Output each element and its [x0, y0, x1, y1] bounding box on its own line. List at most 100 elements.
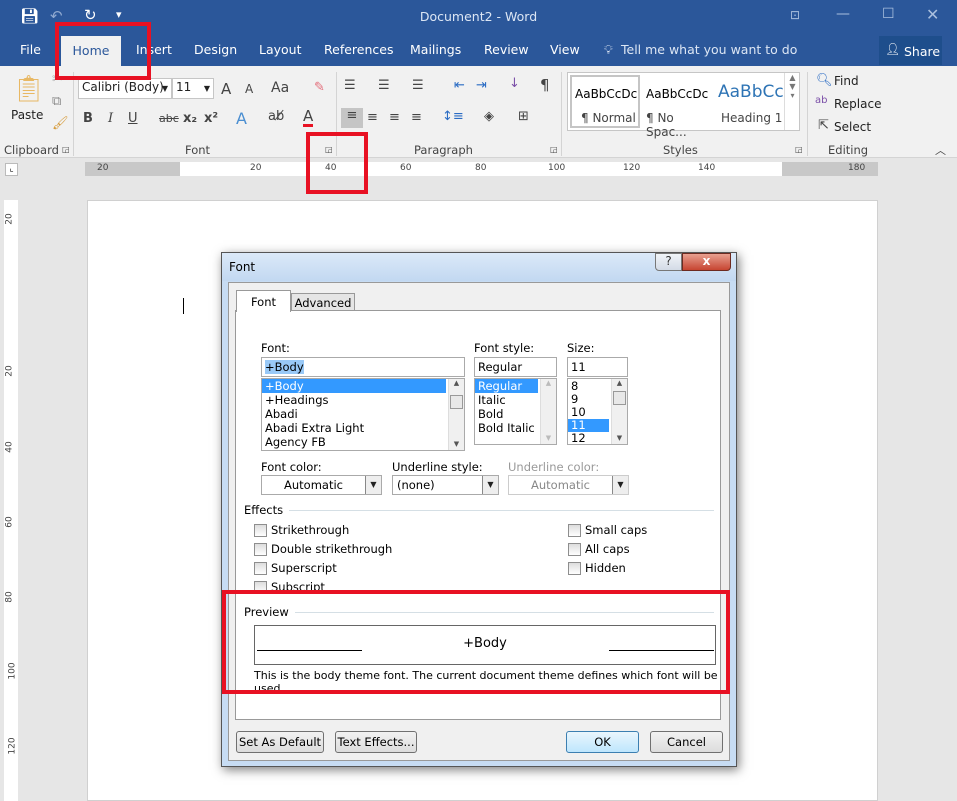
- cancel-button[interactable]: Cancel: [650, 731, 723, 753]
- style-heading-1[interactable]: AaBbCc Heading 1: [714, 75, 784, 128]
- highlight-icon[interactable]: ab̸: [268, 109, 284, 124]
- select-button[interactable]: Select: [834, 120, 871, 134]
- shrink-font-button[interactable]: A: [245, 82, 253, 96]
- close-icon[interactable]: ✕: [926, 5, 939, 24]
- justify-icon[interactable]: ≡: [411, 110, 422, 125]
- scrollbar[interactable]: ▲ ▼: [611, 379, 627, 444]
- tab-mailings[interactable]: Mailings: [410, 42, 461, 57]
- show-marks-button[interactable]: ¶: [540, 76, 550, 94]
- font-color-button[interactable]: A: [303, 109, 314, 127]
- superscript-checkbox[interactable]: [254, 562, 267, 575]
- tab-view[interactable]: View: [550, 42, 580, 57]
- tab-file[interactable]: File: [20, 42, 41, 57]
- align-right-icon[interactable]: ≡: [389, 110, 400, 125]
- tab-selector-icon[interactable]: ⌞: [5, 163, 18, 176]
- set-as-default-button[interactable]: Set As Default: [236, 731, 324, 753]
- ribbon-display-icon[interactable]: ⊡: [790, 8, 800, 22]
- numbering-icon[interactable]: ☰: [378, 78, 390, 93]
- find-button[interactable]: Find: [834, 74, 859, 88]
- font-size-combo[interactable]: 11 ▼: [172, 78, 214, 99]
- align-center-icon[interactable]: ≡: [367, 110, 378, 125]
- collapse-ribbon-icon[interactable]: ︿: [935, 142, 946, 158]
- all-caps-checkbox[interactable]: [568, 543, 581, 556]
- text-effects-icon[interactable]: A: [236, 109, 247, 128]
- tab-font[interactable]: Font: [236, 290, 291, 312]
- tab-review[interactable]: Review: [484, 42, 529, 57]
- strikethrough-label: Strikethrough: [271, 523, 350, 537]
- replace-icon: ab: [815, 95, 828, 106]
- font-style-list[interactable]: Regular Italic Bold Bold Italic ▲ ▼: [474, 378, 557, 445]
- align-left-icon[interactable]: ≡: [341, 108, 363, 128]
- vertical-ruler[interactable]: 20 20 40 60 80 100 120: [4, 200, 18, 801]
- scrollbar[interactable]: ▲ ▼: [448, 379, 464, 450]
- strikethrough-checkbox[interactable]: [254, 524, 267, 537]
- tell-me-search[interactable]: Tell me what you want to do: [621, 42, 797, 57]
- ruler-tick: 100: [548, 163, 566, 173]
- styles-scroll[interactable]: ▲ ▼ ▾: [784, 73, 800, 130]
- font-color-select[interactable]: Automatic ▼: [261, 475, 382, 495]
- font-name-input[interactable]: +Body: [261, 357, 465, 377]
- multilevel-list-icon[interactable]: ☰: [412, 78, 424, 93]
- paragraph-launcher-icon[interactable]: ◲: [550, 145, 558, 154]
- list-item[interactable]: Regular: [475, 379, 538, 393]
- minimize-icon[interactable]: —: [836, 6, 850, 22]
- paste-icon[interactable]: 📋︎: [12, 74, 45, 104]
- scrollbar[interactable]: ▲ ▼: [540, 379, 556, 444]
- list-item[interactable]: +Headings: [262, 393, 464, 407]
- list-item[interactable]: Abadi Extra Light: [262, 421, 464, 435]
- horizontal-ruler[interactable]: 20 20 40 60 80 100 120 140 180: [85, 162, 878, 176]
- maximize-icon[interactable]: ☐: [882, 6, 895, 22]
- list-item[interactable]: Agency FB: [262, 435, 464, 449]
- font-name-list[interactable]: +Body +Headings Abadi Abadi Extra Light …: [261, 378, 465, 451]
- underline-color-select[interactable]: Automatic ▼: [508, 475, 629, 495]
- small-caps-checkbox[interactable]: [568, 524, 581, 537]
- copy-icon[interactable]: ⧉: [52, 94, 61, 109]
- dialog-close-button[interactable]: x: [682, 253, 731, 271]
- shading-icon[interactable]: ◈: [484, 109, 494, 124]
- borders-icon[interactable]: ⊞: [518, 109, 529, 124]
- line-spacing-icon[interactable]: ↕≡: [442, 109, 464, 124]
- underline-style-select[interactable]: (none) ▼: [392, 475, 499, 495]
- tab-advanced[interactable]: Advanced: [291, 293, 355, 311]
- clear-formatting-icon[interactable]: ✎: [314, 80, 325, 95]
- list-item[interactable]: Abadi: [262, 407, 464, 421]
- style-no-spacing[interactable]: AaBbCcDc ¶ No Spac...: [642, 75, 714, 139]
- replace-button[interactable]: Replace: [834, 97, 881, 111]
- bullets-icon[interactable]: ☰: [344, 78, 356, 93]
- font-name-combo[interactable]: Calibri (Body) ▼: [78, 78, 172, 99]
- grow-font-button[interactable]: A: [221, 80, 231, 98]
- strikethrough-button[interactable]: abc: [159, 112, 179, 125]
- tab-layout[interactable]: Layout: [259, 42, 302, 57]
- increase-indent-icon[interactable]: ⇥: [476, 78, 487, 93]
- tab-design[interactable]: Design: [194, 42, 237, 57]
- size-input[interactable]: 11: [567, 357, 628, 377]
- hidden-checkbox[interactable]: [568, 562, 581, 575]
- style-preview: AaBbCc: [718, 82, 784, 102]
- decrease-indent-icon[interactable]: ⇤: [454, 78, 465, 93]
- ok-button[interactable]: OK: [566, 731, 639, 753]
- italic-button[interactable]: I: [108, 111, 113, 126]
- ruler-tick: 180: [848, 163, 866, 173]
- list-item[interactable]: +Body: [262, 379, 446, 393]
- styles-launcher-icon[interactable]: ◲: [795, 145, 803, 154]
- text-effects-button[interactable]: Text Effects...: [335, 731, 417, 753]
- superscript-button[interactable]: x²: [204, 111, 218, 126]
- style-normal[interactable]: AaBbCcDc ¶ Normal: [570, 75, 640, 128]
- change-case-button[interactable]: Aa: [271, 80, 289, 96]
- format-painter-icon[interactable]: 🖌︎: [52, 116, 69, 131]
- underline-button[interactable]: U: [128, 111, 138, 126]
- paste-button[interactable]: Paste: [11, 108, 43, 122]
- sort-icon[interactable]: ↓: [509, 76, 520, 91]
- size-list[interactable]: 8 9 10 11 12 ▲ ▼: [567, 378, 628, 445]
- text-cursor: [183, 298, 184, 314]
- bold-button[interactable]: B: [83, 111, 93, 126]
- help-button[interactable]: ?: [655, 253, 682, 271]
- subscript-button[interactable]: x₂: [183, 111, 197, 126]
- font-color-label: Font color:: [261, 460, 322, 474]
- clipboard-launcher-icon[interactable]: ◲: [62, 145, 70, 154]
- double-strikethrough-checkbox[interactable]: [254, 543, 267, 556]
- font-size-value: 11: [176, 80, 192, 94]
- tab-references[interactable]: References: [324, 42, 393, 57]
- share-button[interactable]: 👤︎ Share: [879, 36, 942, 65]
- font-style-input[interactable]: Regular: [474, 357, 557, 377]
